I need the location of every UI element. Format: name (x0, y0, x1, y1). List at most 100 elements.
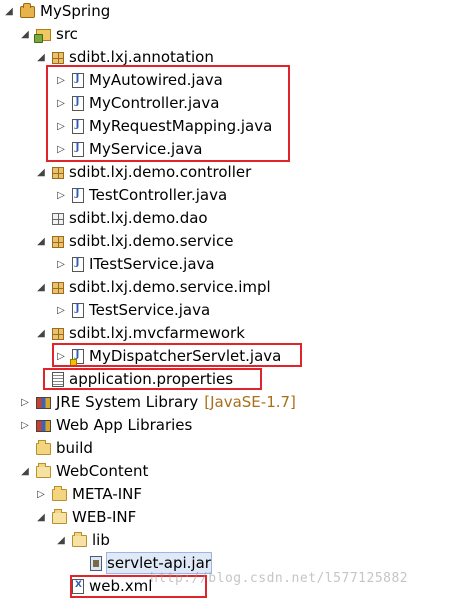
java-file-icon (72, 118, 84, 134)
tree-node-label: ITestService.java (89, 255, 215, 273)
java-file-icon (72, 72, 84, 88)
open-folder-icon (72, 532, 87, 547)
tree-node-label: sdibt.lxj.demo.controller (69, 163, 252, 181)
collapsed-arrow-icon[interactable]: ▷ (54, 188, 68, 202)
open-folder-icon (36, 463, 51, 478)
tree-node-label: lib (92, 531, 110, 549)
no-arrow-spacer (34, 211, 48, 225)
tree-node-package-service[interactable]: ◢ sdibt.lxj.demo.service (34, 230, 233, 252)
expanded-arrow-icon[interactable]: ◢ (2, 4, 16, 18)
jre-version-decorator: [JavaSE-1.7] (204, 393, 296, 411)
java-file-icon (72, 95, 84, 111)
tree-node-label: TestService.java (89, 301, 211, 319)
tree-node-file[interactable]: ▷ MyService.java (54, 138, 202, 160)
tree-node-file[interactable]: ▷ MyAutowired.java (54, 69, 223, 91)
no-arrow-spacer (54, 579, 68, 593)
tree-node-label: sdibt.lxj.demo.service.impl (69, 278, 271, 296)
library-icon (36, 397, 51, 409)
tree-node-file[interactable]: ▷ TestService.java (54, 299, 210, 321)
watermark-text: http://blog.csdn.net/l577125882 (150, 571, 409, 586)
open-folder-icon (52, 509, 67, 524)
tree-node-package-mvc[interactable]: ◢ sdibt.lxj.mvcfarmework (34, 322, 245, 344)
collapsed-arrow-icon[interactable]: ▷ (18, 418, 32, 432)
tree-node-package-service-impl[interactable]: ◢ sdibt.lxj.demo.service.impl (34, 276, 271, 298)
tree-node-label: WebContent (56, 462, 149, 480)
tree-node-properties-file[interactable]: application.properties (34, 368, 233, 390)
xml-file-icon (72, 578, 84, 594)
tree-node-label: MyRequestMapping.java (89, 117, 273, 135)
tree-node-file[interactable]: ▷ ITestService.java (54, 253, 215, 275)
package-icon (52, 52, 64, 64)
expanded-arrow-icon[interactable]: ◢ (34, 326, 48, 340)
java-file-icon (72, 141, 84, 157)
collapsed-arrow-icon[interactable]: ▷ (54, 96, 68, 110)
tree-node-label: Web App Libraries (56, 416, 193, 434)
expanded-arrow-icon[interactable]: ◢ (34, 510, 48, 524)
tree-node-label: MyDispatcherServlet.java (89, 347, 282, 365)
tree-node-build-folder[interactable]: build (18, 437, 93, 459)
tree-node-web-xml[interactable]: web.xml (54, 575, 152, 597)
java-file-icon (72, 187, 84, 203)
collapsed-arrow-icon[interactable]: ▷ (54, 349, 68, 363)
collapsed-arrow-icon[interactable]: ▷ (54, 142, 68, 156)
properties-file-icon (52, 371, 64, 387)
tree-node-file[interactable]: ▷ MyController.java (54, 92, 219, 114)
collapsed-arrow-icon[interactable]: ▷ (34, 487, 48, 501)
tree-node-label: sdibt.lxj.annotation (69, 48, 214, 66)
tree-node-file[interactable]: ▷ TestController.java (54, 184, 227, 206)
library-icon (36, 420, 51, 432)
no-arrow-spacer (18, 441, 32, 455)
tree-node-lib-folder[interactable]: ◢ lib (54, 529, 110, 551)
collapsed-arrow-icon[interactable]: ▷ (54, 119, 68, 133)
tree-node-label: MyAutowired.java (89, 71, 223, 89)
tree-node-label: src (56, 25, 78, 43)
empty-package-icon (52, 213, 64, 225)
collapsed-arrow-icon[interactable]: ▷ (54, 73, 68, 87)
tree-node-web-inf-folder[interactable]: ◢ WEB-INF (34, 506, 136, 528)
tree-node-package-dao[interactable]: sdibt.lxj.demo.dao (34, 207, 208, 229)
collapsed-arrow-icon[interactable]: ▷ (54, 257, 68, 271)
package-icon (52, 167, 64, 179)
expanded-arrow-icon[interactable]: ◢ (34, 280, 48, 294)
tree-node-package-annotation[interactable]: ◢ sdibt.lxj.annotation (34, 46, 214, 68)
tree-node-label: MyService.java (89, 140, 203, 158)
expanded-arrow-icon[interactable]: ◢ (18, 464, 32, 478)
tree-node-label: JRE System Library (56, 393, 199, 411)
tree-node-label: build (56, 439, 93, 457)
tree-node-jre-library[interactable]: ▷ JRE System Library [JavaSE-1.7] (18, 391, 296, 413)
tree-node-label: sdibt.lxj.demo.service (69, 232, 234, 250)
expanded-arrow-icon[interactable]: ◢ (34, 234, 48, 248)
source-folder-icon (34, 29, 51, 43)
tree-node-label: sdibt.lxj.mvcfarmework (69, 324, 245, 342)
tree-node-webcontent-folder[interactable]: ◢ WebContent (18, 460, 148, 482)
tree-node-label: servlet-api.jar (106, 552, 212, 574)
expanded-arrow-icon[interactable]: ◢ (54, 533, 68, 547)
no-arrow-spacer (72, 556, 86, 570)
tree-node-meta-inf-folder[interactable]: ▷ META-INF (34, 483, 142, 505)
tree-node-file[interactable]: ▷ MyRequestMapping.java (54, 115, 272, 137)
tree-node-package-controller[interactable]: ◢ sdibt.lxj.demo.controller (34, 161, 251, 183)
java-file-warning-icon (70, 348, 84, 366)
expanded-arrow-icon[interactable]: ◢ (34, 165, 48, 179)
tree-node-src[interactable]: ◢ src (18, 23, 78, 45)
tree-node-label: META-INF (72, 485, 143, 503)
tree-node-label: TestController.java (89, 186, 228, 204)
package-icon (52, 236, 64, 248)
folder-icon (52, 486, 67, 501)
tree-node-file[interactable]: ▷ MyDispatcherServlet.java (54, 345, 281, 367)
package-icon (52, 328, 64, 340)
tree-node-label: WEB-INF (72, 508, 137, 526)
expanded-arrow-icon[interactable]: ◢ (34, 50, 48, 64)
expanded-arrow-icon[interactable]: ◢ (18, 27, 32, 41)
collapsed-arrow-icon[interactable]: ▷ (54, 303, 68, 317)
tree-node-label: MyController.java (89, 94, 220, 112)
tree-node-web-app-libraries[interactable]: ▷ Web App Libraries (18, 414, 192, 436)
tree-node-label: sdibt.lxj.demo.dao (69, 209, 208, 227)
tree-node-label: MySpring (40, 2, 111, 20)
collapsed-arrow-icon[interactable]: ▷ (18, 395, 32, 409)
tree-node-project[interactable]: ◢ MySpring (2, 0, 110, 22)
tree-node-label: web.xml (89, 577, 153, 595)
tree-node-label: application.properties (69, 370, 234, 388)
jar-file-icon (90, 555, 102, 571)
folder-icon (36, 440, 51, 455)
